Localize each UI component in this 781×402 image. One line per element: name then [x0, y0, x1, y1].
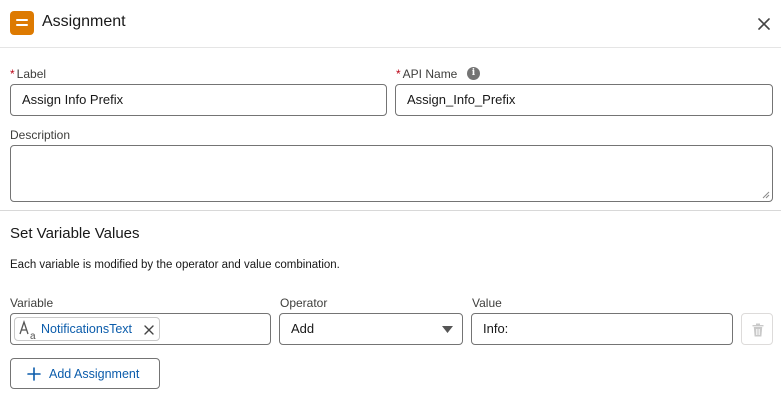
- operator-selected-value: Add: [291, 321, 315, 336]
- close-icon: [758, 18, 770, 30]
- api-name-field-caption: * API Name: [396, 67, 457, 81]
- operator-select[interactable]: Add: [279, 313, 463, 345]
- operator-caption: Operator: [280, 296, 328, 310]
- required-marker: *: [10, 67, 15, 81]
- svg-text:a: a: [30, 331, 36, 341]
- text-type-icon: a: [19, 319, 36, 341]
- plus-icon: [27, 367, 41, 381]
- api-name-input[interactable]: Assign_Info_Prefix: [395, 84, 773, 116]
- section-title: Set Variable Values: [10, 225, 140, 242]
- modal-header: Assignment: [0, 0, 781, 48]
- pill-remove-button[interactable]: [143, 324, 155, 336]
- label-input[interactable]: Assign Info Prefix: [10, 84, 387, 116]
- description-textarea[interactable]: [10, 145, 773, 202]
- trash-icon: [752, 323, 764, 337]
- chevron-down-icon: [442, 326, 453, 333]
- label-caption-text: Label: [16, 67, 47, 81]
- info-icon[interactable]: i: [467, 67, 480, 80]
- assignment-icon: [10, 11, 34, 35]
- resize-grip-icon[interactable]: [762, 191, 770, 199]
- required-marker: *: [396, 67, 401, 81]
- section-help-text: Each variable is modified by the operato…: [10, 259, 340, 271]
- variable-input[interactable]: a NotificationsText: [10, 313, 271, 345]
- value-caption: Value: [472, 296, 502, 310]
- variable-caption: Variable: [10, 296, 54, 310]
- api-name-caption-text: API Name: [402, 67, 458, 81]
- description-caption: Description: [10, 128, 71, 142]
- modal-title: Assignment: [42, 13, 126, 30]
- label-field-caption: * Label: [10, 67, 46, 81]
- add-assignment-label: Add Assignment: [49, 367, 140, 381]
- add-assignment-button[interactable]: Add Assignment: [10, 358, 160, 389]
- variable-pill[interactable]: a NotificationsText: [14, 317, 160, 341]
- close-icon: [144, 325, 154, 335]
- variable-pill-label: NotificationsText: [41, 322, 133, 336]
- close-button[interactable]: [755, 15, 773, 33]
- delete-row-button[interactable]: [741, 313, 773, 345]
- section-divider: [0, 210, 781, 211]
- value-input[interactable]: Info:: [471, 313, 733, 345]
